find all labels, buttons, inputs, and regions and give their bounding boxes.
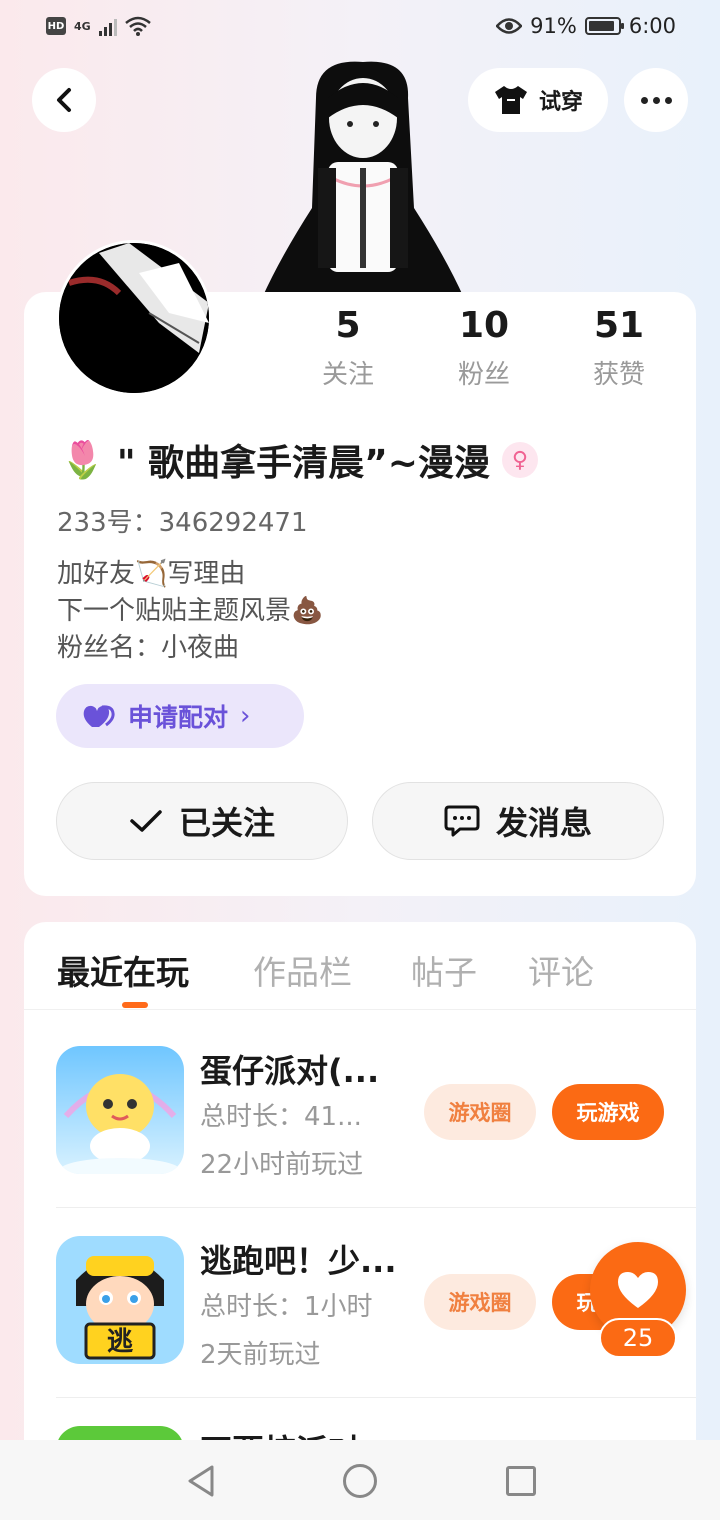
more-dot-icon — [640, 96, 648, 104]
request-pair-label: 申请配对 — [128, 703, 229, 732]
bio-line: 粉丝名：小夜曲 — [57, 633, 240, 663]
stat-label: 获赞 — [592, 360, 645, 390]
battery-icon — [584, 17, 624, 35]
game-last-played: 22小时前玩过 — [200, 1150, 364, 1180]
game-row[interactable]: 蛋仔派对(... 总时长：41... 22小时前玩过 游戏圈 玩游戏 — [24, 1020, 696, 1210]
send-message-button[interactable]: 发消息 — [372, 782, 664, 860]
wifi-icon — [124, 16, 151, 36]
stat-label: 粉丝 — [457, 360, 510, 390]
check-icon — [130, 810, 162, 832]
stats-row: 5 关注 10 粉丝 51 获赞 — [280, 304, 680, 404]
divider — [56, 1397, 696, 1398]
stat-following[interactable]: 5 关注 — [288, 304, 408, 391]
tab-comments[interactable]: 评论 — [528, 946, 594, 994]
clock: 6:00 — [628, 14, 676, 38]
stat-value: 10 — [458, 305, 510, 346]
game-duration: 总时长：1小时 — [200, 1292, 373, 1322]
tab-indicator — [122, 1002, 148, 1008]
tulip-emoji: 🌷 — [60, 440, 105, 481]
back-button[interactable] — [32, 68, 96, 132]
try-on-label: 试穿 — [538, 90, 583, 115]
stat-value: 51 — [593, 305, 645, 346]
bio-line: 加好友🏹写理由 — [57, 559, 246, 589]
more-dot-icon — [664, 96, 672, 104]
stat-likes[interactable]: 51 获赞 — [559, 304, 679, 391]
tab-bar: 最近在玩 作品栏 帖子 评论 — [24, 922, 696, 1010]
play-game-button[interactable]: 玩游戏 — [552, 1084, 664, 1140]
more-dot-icon — [652, 96, 660, 104]
status-bar: HD 4G 91% 6:00 — [0, 0, 720, 58]
tab-works[interactable]: 作品栏 — [253, 946, 352, 994]
avatar-character-image — [262, 61, 464, 298]
content-card: 最近在玩 作品栏 帖子 评论 蛋仔派对(... 总时长：41... 22小时前玩… — [24, 922, 696, 1482]
nav-back-icon[interactable] — [186, 1464, 216, 1498]
name-row: 🌷 " 歌曲拿手清晨”~漫漫 ♀ — [60, 434, 538, 486]
heart-pair-icon — [83, 705, 115, 727]
game-circle-button[interactable]: 游戏圈 — [424, 1274, 536, 1330]
bio-line: 下一个贴贴主题风景💩 — [57, 596, 324, 626]
hd-icon: HD — [46, 17, 66, 35]
game-title: 逃跑吧！少... — [200, 1242, 397, 1280]
nav-recents-icon[interactable] — [506, 1466, 536, 1496]
following-label: 已关注 — [178, 804, 275, 842]
game-icon-eggy-party — [56, 1046, 184, 1174]
avatar-image — [59, 243, 209, 393]
user-name: " 歌曲拿手清晨”~漫漫 — [116, 443, 490, 484]
send-message-label: 发消息 — [495, 804, 592, 842]
status-right: 91% 6:00 — [496, 14, 676, 38]
avatar[interactable] — [56, 240, 212, 396]
divider — [56, 1207, 696, 1208]
signal-icon — [98, 16, 117, 36]
chevron-left-icon — [57, 88, 71, 112]
tab-posts[interactable]: 帖子 — [411, 946, 477, 994]
female-icon: ♀ — [501, 442, 538, 478]
game-icon-escape: 逃 — [56, 1236, 184, 1364]
stat-value: 5 — [335, 305, 361, 346]
game-title: 蛋仔派对(... — [200, 1052, 380, 1090]
heart-icon — [618, 1272, 658, 1308]
tshirt-icon — [494, 86, 527, 114]
bio: 加好友🏹写理由 下一个贴贴主题风景💩 粉丝名：小夜曲 — [57, 556, 323, 667]
network-type: 4G — [74, 19, 91, 33]
request-pair-button[interactable]: 申请配对 › — [56, 684, 304, 748]
user-id: 233号：346292471 — [57, 508, 308, 538]
system-nav-bar — [0, 1440, 720, 1520]
nav-home-icon[interactable] — [343, 1464, 377, 1498]
stat-label: 关注 — [321, 360, 374, 390]
try-on-button[interactable]: 试穿 — [468, 68, 608, 132]
game-circle-button[interactable]: 游戏圈 — [424, 1084, 536, 1140]
chevron-right-icon: › — [240, 701, 251, 731]
game-duration: 总时长：41... — [200, 1102, 362, 1132]
battery-percent: 91% — [530, 14, 577, 38]
chat-bubble-icon — [444, 805, 480, 837]
svg-text:逃: 逃 — [107, 1327, 133, 1357]
status-left: HD 4G — [46, 16, 151, 36]
tab-recently-played[interactable]: 最近在玩 — [57, 946, 189, 994]
like-count-badge: 25 — [599, 1318, 677, 1358]
eye-icon — [496, 18, 523, 34]
game-last-played: 2天前玩过 — [200, 1340, 321, 1370]
stat-followers[interactable]: 10 粉丝 — [424, 304, 544, 391]
following-button[interactable]: 已关注 — [56, 782, 348, 860]
more-options-button[interactable] — [624, 68, 688, 132]
